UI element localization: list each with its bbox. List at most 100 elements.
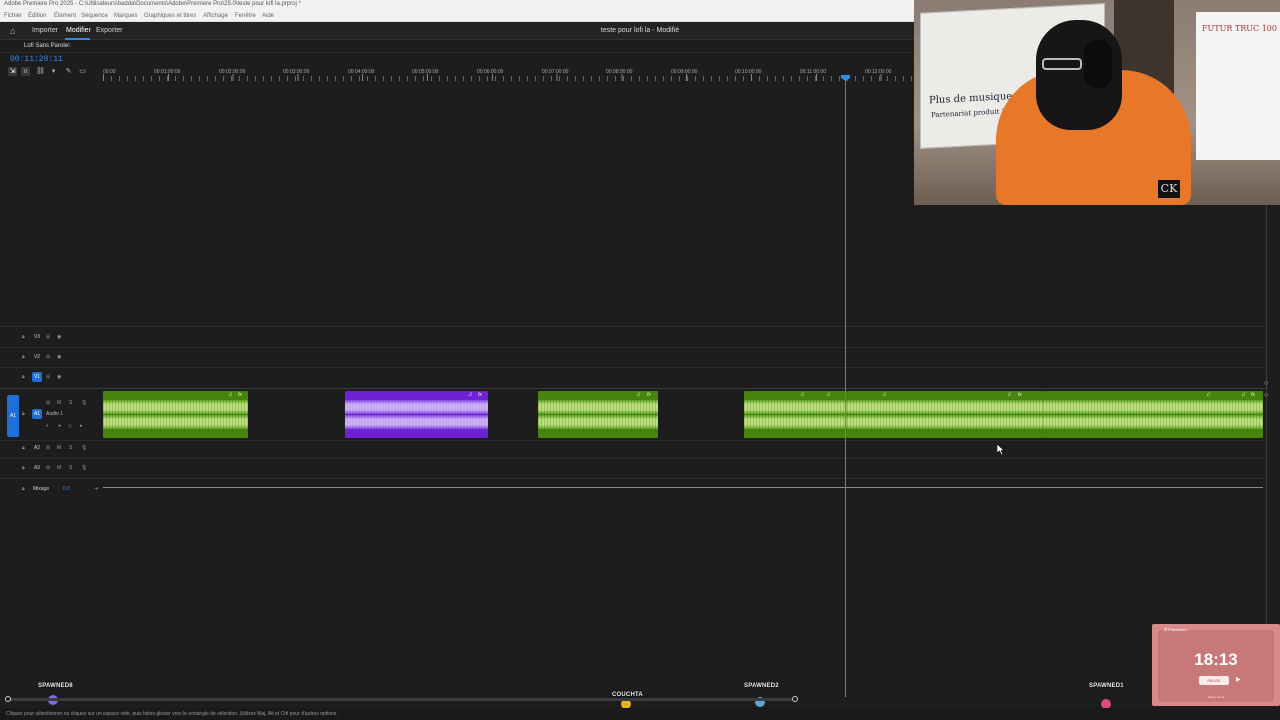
eye-icon[interactable]: ◉ — [57, 373, 61, 381]
track-name-v2[interactable]: V2 — [32, 352, 42, 362]
mouse-cursor-icon — [997, 444, 1005, 455]
keyframe-add-icon[interactable]: ◇ — [68, 422, 72, 430]
sync-lock-icon[interactable]: ⊟ — [46, 399, 50, 407]
microphone-icon[interactable]: 🎙︎ — [81, 444, 87, 452]
sync-lock-icon[interactable]: ⊟ — [46, 353, 50, 361]
audio-clip[interactable]: ♫ fx — [538, 391, 658, 438]
mute-button[interactable]: M — [57, 464, 61, 472]
tab-exporter[interactable]: Exporter — [96, 27, 122, 34]
insert-sequence-icon[interactable]: ⇲ — [8, 67, 17, 76]
sequence-tab-menu-icon[interactable]: ≡ — [67, 43, 71, 49]
mix-volume-line[interactable] — [103, 487, 1263, 488]
menu-aide[interactable]: Aide — [262, 13, 274, 19]
mix-track-header[interactable]: 🔒︎ Mixage 0,0 ⇥ — [0, 483, 103, 495]
document-title: teste pour lofi la - Modifié — [600, 27, 680, 34]
lock-icon[interactable]: 🔒︎ — [22, 373, 25, 381]
track-name-v1[interactable]: V1 — [32, 372, 42, 382]
tab-modifier[interactable]: Modifier — [66, 27, 91, 34]
clip-waveform — [538, 415, 658, 429]
solo-button[interactable]: S — [69, 399, 72, 407]
lock-icon[interactable]: 🔒︎ — [22, 464, 25, 472]
sequence-tab[interactable]: Lofi Sans Parole — [24, 43, 68, 49]
mix-volume-value[interactable]: 0,0 — [63, 485, 70, 493]
menu-marques[interactable]: Marques — [114, 13, 137, 19]
microphone-icon[interactable]: 🎙︎ — [81, 399, 87, 407]
menu-graphiques[interactable]: Graphiques et titres — [144, 13, 196, 19]
lock-icon[interactable]: 🔒︎ — [22, 485, 25, 493]
mute-button[interactable]: M — [57, 399, 61, 407]
skip-end-icon[interactable]: ⇥ — [94, 485, 98, 493]
scroll-knob-icon[interactable]: ○ — [1264, 380, 1268, 387]
volume-icon[interactable]: ◐ — [46, 422, 49, 430]
solo-button[interactable]: S — [69, 464, 72, 472]
menu-sequence[interactable]: Séquence — [81, 13, 108, 19]
track-header-v3[interactable]: 🔒︎ V3 ⊟ ◉ — [0, 333, 103, 353]
menu-fenetre[interactable]: Fenêtre — [235, 13, 256, 19]
menu-edition[interactable]: Édition — [28, 13, 46, 19]
pomodoro-pause-button[interactable]: PAUSE — [1199, 676, 1229, 685]
viewer-name: SPAWNED1 — [1089, 683, 1124, 689]
clip-waveform — [103, 400, 248, 414]
menu-fichier[interactable]: Fichier — [4, 13, 22, 19]
clip-waveform — [103, 415, 248, 429]
audio-clip[interactable]: ♫ fx — [103, 391, 248, 438]
lock-icon[interactable]: 🔒︎ — [22, 444, 25, 452]
playhead-timecode[interactable]: 00:11:28:11 — [10, 55, 63, 64]
track-name-v3[interactable]: V3 — [32, 332, 42, 342]
mute-button[interactable]: M — [57, 444, 61, 452]
audio-clip[interactable]: ♫ ♫ fx — [847, 391, 1043, 438]
menu-element[interactable]: Élément — [54, 13, 76, 19]
lock-icon[interactable]: 🔒︎ — [22, 353, 25, 361]
whiteboard-right: FUTUR TRUC 100 — [1196, 12, 1280, 160]
track-header-v1[interactable]: 🔒︎ V1 ⊟ ◉ — [0, 372, 103, 393]
eye-icon[interactable]: ◉ — [57, 353, 61, 361]
scroll-end-handle[interactable] — [792, 696, 798, 702]
horizontal-scrollbar[interactable] — [8, 698, 796, 701]
premiere-window: Adobe Premiere Pro 2025 - C:\Utilisateur… — [0, 0, 1280, 720]
music-note-icon: ♫ — [636, 392, 641, 398]
track-header-a3[interactable]: 🔒︎ A3 ⊟ M S 🎙︎ — [0, 464, 103, 484]
captions-icon[interactable]: ▭ — [78, 67, 87, 76]
microphone-icon[interactable]: 🎙︎ — [81, 464, 87, 472]
sync-lock-icon[interactable]: ⊟ — [46, 444, 50, 452]
linked-selection-icon[interactable]: ⛓ — [36, 67, 45, 76]
solo-button[interactable]: S — [69, 444, 72, 452]
keyframe-prev-icon[interactable]: ◂ — [58, 422, 61, 430]
add-marker-icon[interactable]: ▾ — [49, 67, 58, 76]
sync-lock-icon[interactable]: ⊟ — [46, 464, 50, 472]
playhead-line[interactable] — [845, 79, 846, 697]
audio-clip[interactable]: ♫ ♫ fx — [1043, 391, 1263, 438]
menu-affichage[interactable]: Affichage — [203, 13, 228, 19]
wrench-icon[interactable]: ✎ — [64, 67, 73, 76]
track-name-a1[interactable]: A1 — [32, 409, 42, 419]
track-header-a1[interactable]: 🔒︎ A1 ⊟ M S 🎙︎ Audio 1 ◐ ◂ ◇ ▸ — [0, 396, 103, 438]
snap-icon[interactable]: ∩ — [21, 67, 30, 76]
clip-waveform — [1043, 415, 1263, 429]
lock-icon[interactable]: 🔒︎ — [22, 410, 25, 418]
sync-lock-icon[interactable]: ⊟ — [46, 373, 50, 381]
ruler-label: 00:05:00:00 — [412, 69, 439, 75]
track-separator — [0, 478, 1268, 479]
webcam-overlay: Plus de musique j'en ai un au total Part… — [914, 0, 1280, 205]
eye-icon[interactable]: ◉ — [57, 333, 61, 341]
track-name-a3[interactable]: A3 — [32, 463, 42, 473]
track-header-v2[interactable]: 🔒︎ V2 ⊟ ◉ — [0, 353, 103, 373]
tab-importer[interactable]: Importer — [32, 27, 58, 34]
track-name-a2[interactable]: A2 — [32, 443, 42, 453]
sync-lock-icon[interactable]: ⊟ — [46, 333, 50, 341]
track-separator — [0, 347, 1268, 348]
ruler-label: 00:11:00:00 — [800, 69, 827, 75]
keyframe-next-icon[interactable]: ▸ — [80, 422, 83, 430]
track-header-a2[interactable]: 🔒︎ A2 ⊟ M S 🎙︎ — [0, 444, 103, 464]
play-icon[interactable]: ▶ — [1236, 676, 1241, 683]
lock-icon[interactable]: 🔒︎ — [22, 333, 25, 341]
audio-clip[interactable]: ♫ fx — [345, 391, 488, 438]
fx-badge-icon: fx — [1251, 392, 1255, 398]
scroll-knob-icon[interactable]: ○ — [1264, 392, 1268, 399]
ruler-label: 00:04:00:00 — [348, 69, 375, 75]
scroll-start-handle[interactable] — [5, 696, 11, 702]
home-icon[interactable]: ⌂ — [10, 26, 20, 36]
audio-clip[interactable]: ♫ ♫ — [744, 391, 847, 438]
headphones — [1084, 40, 1112, 88]
clip-waveform — [847, 415, 1043, 429]
